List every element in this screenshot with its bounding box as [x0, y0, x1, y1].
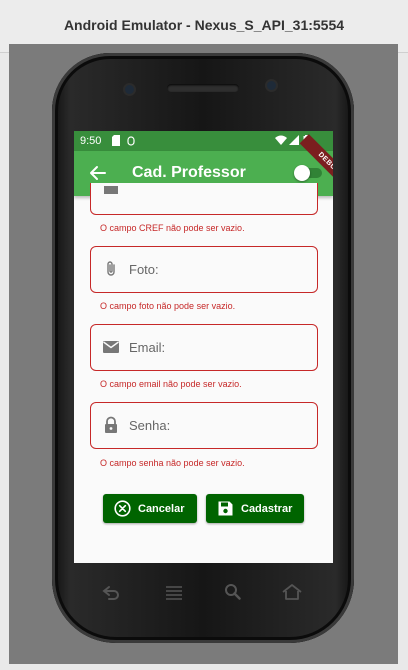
page-title: Cad. Professor	[132, 164, 246, 181]
hw-search-icon[interactable]	[222, 584, 244, 600]
wifi-icon	[275, 135, 287, 145]
cref-error: O campo CREF não pode ser vazio.	[100, 223, 245, 233]
front-camera-icon	[267, 81, 276, 90]
sim-card-icon	[112, 135, 120, 146]
email-error: O campo email não pode ser vazio.	[100, 379, 242, 389]
cancel-button[interactable]: Cancelar	[103, 494, 197, 523]
window-title: Android Emulator - Nexus_S_API_31:5554	[63, 17, 345, 33]
theme-toggle-switch[interactable]	[294, 165, 324, 181]
password-error: O campo senha não pode ser vazio.	[100, 458, 245, 468]
cancel-circle-icon	[114, 500, 131, 517]
status-bar: 9:50	[74, 131, 333, 151]
email-icon	[103, 341, 119, 353]
debug-bug-icon	[127, 136, 135, 146]
photo-error: O campo foto não pode ser vazio.	[100, 301, 236, 311]
hw-home-icon[interactable]	[281, 584, 303, 600]
badge-icon	[104, 186, 118, 194]
back-arrow-icon[interactable]	[88, 163, 108, 183]
cancel-label: Cancelar	[138, 503, 185, 515]
attachment-icon	[107, 261, 115, 276]
password-label: Senha:	[129, 418, 171, 433]
photo-label: Foto:	[129, 262, 159, 277]
status-time: 9:50	[80, 135, 102, 147]
submit-button[interactable]: Cadastrar	[206, 494, 304, 523]
cref-field[interactable]	[90, 183, 318, 215]
submit-label: Cadastrar	[241, 503, 293, 515]
save-icon	[218, 501, 233, 516]
toggle-thumb	[294, 165, 310, 181]
email-field[interactable]: Email:	[90, 324, 318, 371]
sensor-icon	[125, 85, 134, 94]
signal-icon	[289, 135, 299, 145]
device-screen: 9:50 Cad. Professor DEBUG O campo CREF n…	[74, 131, 333, 563]
lock-icon	[105, 416, 117, 433]
photo-field[interactable]: Foto:	[90, 246, 318, 293]
hw-back-icon[interactable]	[101, 584, 123, 600]
email-label: Email:	[129, 340, 166, 355]
hw-menu-icon[interactable]	[163, 584, 185, 600]
password-field[interactable]: Senha:	[90, 402, 318, 449]
earpiece-speaker	[167, 84, 239, 92]
